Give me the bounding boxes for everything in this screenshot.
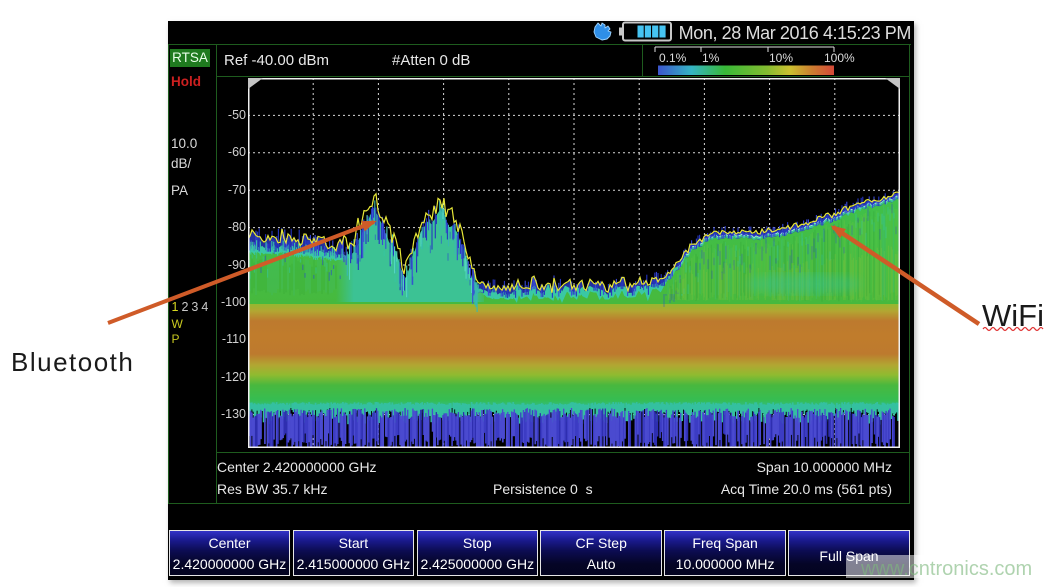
svg-text:1%: 1% [702,51,720,65]
svg-text:10%: 10% [769,51,793,65]
svg-text:0.1%: 0.1% [659,51,687,65]
svg-text:100%: 100% [824,51,855,65]
